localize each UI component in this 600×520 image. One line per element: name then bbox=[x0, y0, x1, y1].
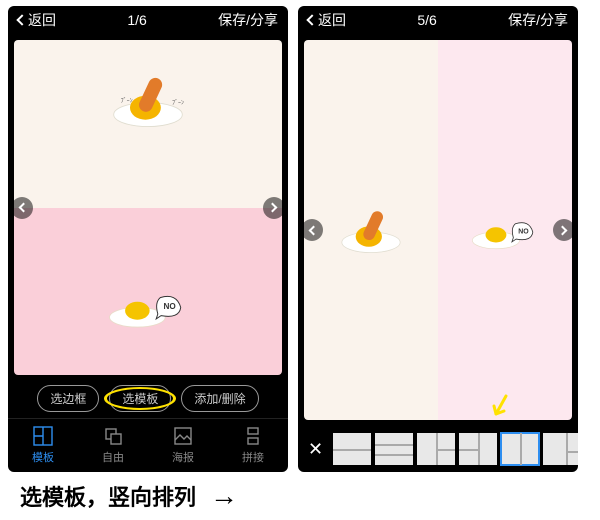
template-3[interactable] bbox=[417, 433, 455, 465]
border-pill[interactable]: 选边框 bbox=[37, 385, 99, 412]
left-screenshot: 返回 1/6 保存/分享 ﾌﾞｰﾝ ﾌﾞｰﾝ NO 选边框 选模板 添加/删除 bbox=[8, 6, 288, 472]
splice-icon bbox=[243, 426, 263, 446]
highlight-ring bbox=[104, 387, 176, 410]
template-pill[interactable]: 选模板 bbox=[109, 385, 171, 412]
template-1[interactable] bbox=[333, 433, 371, 465]
bottom-tabs: 模板 自由 海报 拼接 bbox=[8, 418, 288, 472]
pane-top[interactable]: ﾌﾞｰﾝ ﾌﾞｰﾝ bbox=[14, 40, 282, 208]
tab-poster[interactable]: 海报 bbox=[148, 419, 218, 472]
tab-template[interactable]: 模板 bbox=[8, 419, 78, 472]
caption-text: 选模板，竖向排列 bbox=[20, 480, 196, 512]
svg-text:NO: NO bbox=[518, 228, 529, 235]
pane-left[interactable] bbox=[304, 40, 438, 420]
poster-icon bbox=[173, 426, 193, 446]
right-screenshot: 返回 5/6 保存/分享 NO ✕ bbox=[298, 6, 578, 472]
template-icon bbox=[33, 426, 53, 446]
edit-options-row: 选边框 选模板 添加/删除 bbox=[8, 381, 288, 418]
collage-canvas[interactable]: ﾌﾞｰﾝ ﾌﾞｰﾝ NO bbox=[14, 40, 282, 375]
add-delete-pill[interactable]: 添加/删除 bbox=[181, 385, 258, 412]
save-share-button[interactable]: 保存/分享 bbox=[508, 10, 568, 30]
back-button[interactable]: 返回 bbox=[308, 10, 346, 30]
status-bar: 返回 1/6 保存/分享 bbox=[8, 6, 288, 34]
chevron-left-icon bbox=[306, 14, 317, 25]
caption-row: 选模板，竖向排列 → bbox=[0, 472, 600, 520]
close-picker-button[interactable]: ✕ bbox=[302, 439, 329, 460]
chevron-left-icon bbox=[16, 14, 27, 25]
back-button[interactable]: 返回 bbox=[18, 10, 56, 30]
template-5-selected[interactable] bbox=[501, 433, 539, 465]
page-counter: 5/6 bbox=[417, 12, 436, 28]
template-2[interactable] bbox=[375, 433, 413, 465]
template-6[interactable] bbox=[543, 433, 578, 465]
free-icon bbox=[103, 426, 123, 446]
arrow-icon: → bbox=[210, 480, 238, 512]
gudetama-bread-illustration: ﾌﾞｰﾝ ﾌﾞｰﾝ bbox=[103, 70, 193, 130]
tab-splice[interactable]: 拼接 bbox=[218, 419, 288, 472]
pane-bottom[interactable]: NO bbox=[14, 208, 282, 376]
template-4[interactable] bbox=[459, 433, 497, 465]
next-template-button[interactable] bbox=[263, 197, 282, 219]
pane-right[interactable]: NO bbox=[438, 40, 572, 420]
gudetama-no-illustration: NO bbox=[103, 275, 193, 335]
svg-text:ﾌﾞｰﾝ: ﾌﾞｰﾝ bbox=[121, 98, 133, 105]
svg-text:NO: NO bbox=[164, 302, 177, 311]
gudetama-bread-illustration bbox=[333, 205, 410, 256]
tab-free[interactable]: 自由 bbox=[78, 419, 148, 472]
next-template-button[interactable] bbox=[553, 219, 572, 241]
gudetama-no-illustration: NO bbox=[467, 205, 544, 256]
page-counter: 1/6 bbox=[127, 12, 146, 28]
svg-text:ﾌﾞｰﾝ: ﾌﾞｰﾝ bbox=[172, 99, 184, 106]
collage-canvas[interactable]: NO bbox=[304, 40, 572, 420]
save-share-button[interactable]: 保存/分享 bbox=[218, 10, 278, 30]
template-picker-strip: ✕ bbox=[298, 426, 578, 472]
status-bar: 返回 5/6 保存/分享 bbox=[298, 6, 578, 34]
